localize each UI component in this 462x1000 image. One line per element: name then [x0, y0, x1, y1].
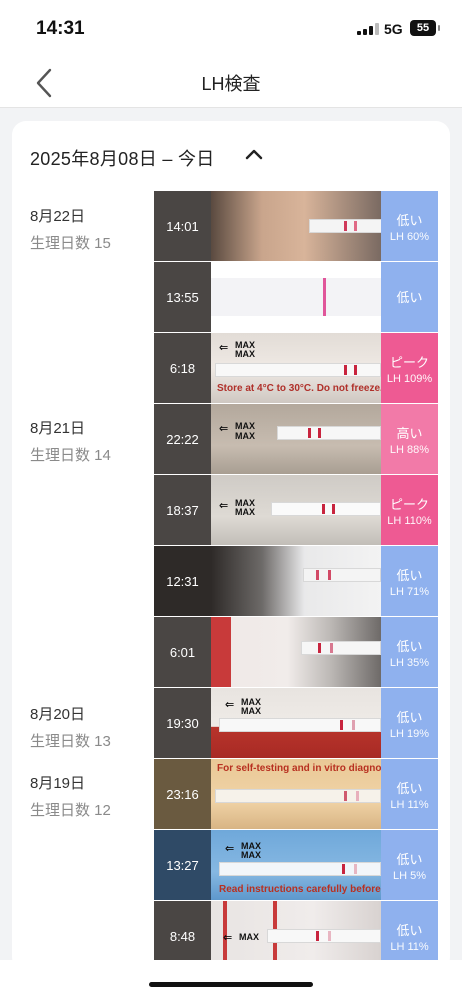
result-cell: 低い LH 5% — [381, 830, 438, 900]
test-strip — [301, 641, 381, 655]
test-row[interactable]: 23:16 For self-testing and in vitro diag… — [154, 759, 438, 829]
lh-history-card: 2025年8月08日 – 今日 8月22日 生理日数 15 8月21日 生理日数… — [12, 121, 450, 971]
test-strip — [309, 219, 381, 233]
result-level: 低い — [396, 922, 423, 938]
test-row[interactable]: 6:01 低い LH 35% — [154, 617, 438, 687]
result-cell: 低い LH 60% — [381, 191, 438, 261]
result-level: 低い — [396, 780, 423, 796]
strip-photo: ⇐ MAX MAX — [211, 404, 381, 474]
test-strip — [267, 929, 381, 943]
range-toggle-button[interactable] — [244, 147, 264, 161]
strip-photo — [211, 191, 381, 261]
strip-photo: ⇐ MAX MAX Read instructions carefully be… — [211, 830, 381, 900]
day-date: 8月22日 — [30, 208, 86, 225]
lh-percent: LH 19% — [389, 727, 430, 740]
cycle-day: 生理日数 14 — [30, 447, 111, 464]
test-time: 23:16 — [154, 759, 211, 829]
test-time: 12:31 — [154, 546, 211, 616]
chevron-up-icon — [245, 149, 263, 160]
lh-percent: LH 110% — [387, 514, 432, 527]
test-time: 13:55 — [154, 262, 211, 332]
day-group-aug21: 8月21日 生理日数 14 — [30, 417, 111, 465]
test-row[interactable]: 13:55 低い — [154, 262, 438, 332]
test-time: 19:30 — [154, 688, 211, 758]
strip-photo — [211, 262, 381, 332]
lh-percent: LH 109% — [386, 372, 433, 385]
test-strip — [277, 426, 381, 440]
result-level: ピーク — [389, 354, 429, 370]
lh-percent: LH 60% — [389, 230, 430, 243]
result-cell: 低い — [381, 262, 438, 332]
test-time: 14:01 — [154, 191, 211, 261]
test-time: 6:18 — [154, 333, 211, 403]
test-row[interactable]: 22:22 ⇐ MAX MAX 高い LH 88% — [154, 404, 438, 474]
result-cell: 低い LH 35% — [381, 617, 438, 687]
result-cell: 低い LH 71% — [381, 546, 438, 616]
day-date: 8月20日 — [30, 706, 86, 723]
result-level: 低い — [396, 638, 423, 654]
result-level: 低い — [396, 212, 423, 228]
lh-percent: LH 71% — [389, 585, 430, 598]
lh-percent: LH 11% — [390, 798, 429, 811]
day-date: 8月21日 — [30, 420, 86, 437]
cycle-day: 生理日数 12 — [30, 802, 111, 819]
result-level: 低い — [396, 709, 423, 725]
cycle-day: 生理日数 15 — [30, 235, 111, 252]
test-strip — [219, 718, 381, 732]
result-level: ピーク — [389, 496, 429, 512]
result-level: 低い — [396, 567, 423, 583]
date-range-label[interactable]: 2025年8月08日 – 今日 — [30, 145, 215, 171]
day-group-aug20: 8月20日 生理日数 13 — [30, 703, 111, 751]
result-cell: 高い LH 88% — [381, 404, 438, 474]
strip-photo: For self-testing and in vitro diagnostic… — [211, 759, 381, 829]
test-row[interactable]: 12:31 低い LH 71% — [154, 546, 438, 616]
bottom-area — [0, 960, 462, 1000]
strip-photo: ⇐ MAX MAX — [211, 475, 381, 545]
status-time: 14:31 — [36, 18, 85, 39]
test-strip — [215, 789, 381, 803]
lh-percent: LH 35% — [389, 656, 430, 669]
test-row[interactable]: 19:30 ⇐ MAX MAX 低い LH 19% — [154, 688, 438, 758]
strip-photo: ⇐ MAX MAX Store at 4°C to 30°C. Do not f… — [211, 333, 381, 403]
test-row[interactable]: 6:18 ⇐ MAX MAX Store at 4°C to 30°C. Do … — [154, 333, 438, 403]
test-time: 13:27 — [154, 830, 211, 900]
test-row[interactable]: 18:37 ⇐ MAX MAX ピーク LH 110% — [154, 475, 438, 545]
test-row[interactable]: 14:01 低い LH 60% — [154, 191, 438, 261]
result-level: 低い — [396, 289, 423, 305]
test-row[interactable]: 13:27 ⇐ MAX MAX Read instructions carefu… — [154, 830, 438, 900]
test-strip — [271, 502, 381, 516]
nav-bar: LH検査 — [0, 58, 462, 108]
strip-photo — [211, 546, 381, 616]
cycle-day: 生理日数 13 — [30, 733, 111, 750]
result-cell: ピーク LH 109% — [381, 333, 438, 403]
test-strip — [219, 862, 381, 876]
lh-percent: LH 88% — [389, 443, 430, 456]
test-time: 6:01 — [154, 617, 211, 687]
result-level: 高い — [396, 425, 423, 441]
lh-percent: LH 11% — [390, 940, 429, 953]
result-level: 低い — [396, 851, 423, 867]
status-bar: 14:31 5G 55 — [0, 0, 462, 58]
result-cell: 低い LH 11% — [381, 759, 438, 829]
strip-photo: ⇐ MAX MAX — [211, 688, 381, 758]
day-group-aug22: 8月22日 生理日数 15 — [30, 205, 111, 253]
test-strip — [215, 363, 381, 377]
signal-icon — [357, 23, 379, 35]
result-cell: ピーク LH 110% — [381, 475, 438, 545]
day-date: 8月19日 — [30, 775, 86, 792]
test-time: 18:37 — [154, 475, 211, 545]
home-indicator[interactable] — [149, 982, 313, 987]
strip-photo — [211, 617, 381, 687]
test-line — [323, 278, 326, 316]
test-strip — [303, 568, 381, 582]
test-time: 22:22 — [154, 404, 211, 474]
network-label: 5G — [384, 21, 403, 37]
page-title: LH検査 — [201, 74, 261, 94]
battery-icon: 55 — [410, 20, 440, 36]
day-group-aug19: 8月19日 生理日数 12 — [30, 772, 111, 820]
lh-percent: LH 5% — [392, 869, 427, 882]
result-cell: 低い LH 19% — [381, 688, 438, 758]
